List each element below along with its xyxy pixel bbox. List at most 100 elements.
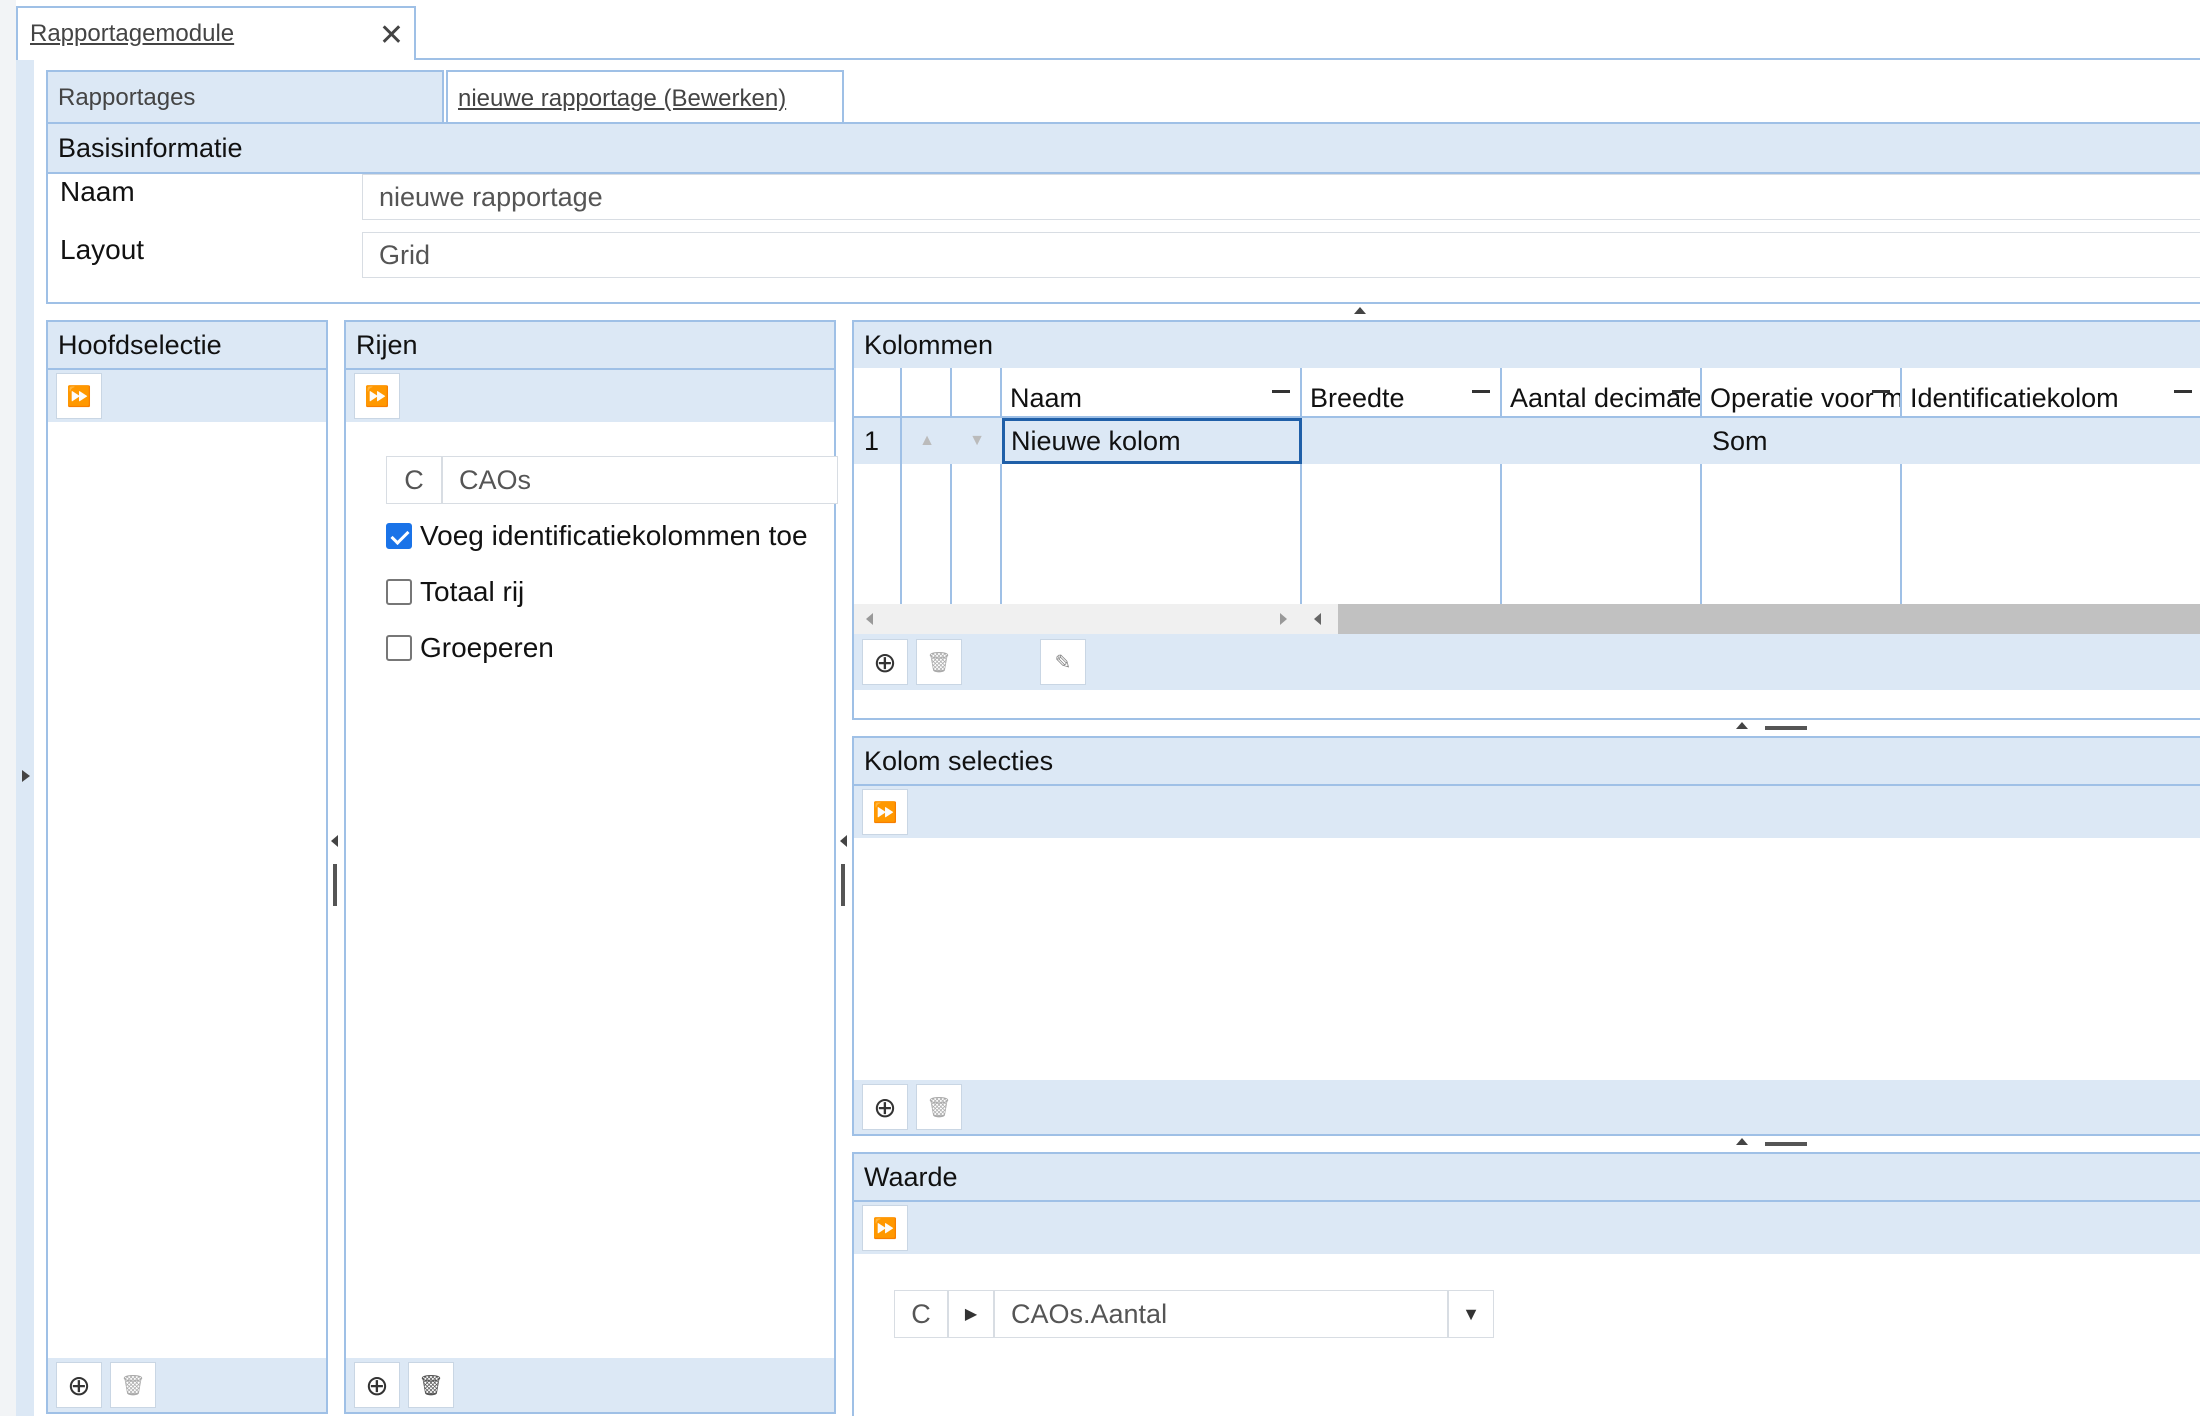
naam-input[interactable]: nieuwe rapportage: [362, 174, 2200, 220]
option-totaal-rij[interactable]: Totaal rij: [386, 576, 524, 608]
option-label: Voeg identificatiekolommen toe: [420, 520, 808, 551]
header-aantal-decimalen[interactable]: Aantal decimalen: [1502, 368, 1702, 418]
rijen-selector[interactable]: C CAOs: [386, 456, 838, 504]
chevron-down-icon[interactable]: ▼: [1448, 1290, 1494, 1338]
cell-naam[interactable]: Nieuwe kolom: [1002, 418, 1302, 464]
expand-right-icon[interactable]: ▶: [948, 1290, 994, 1338]
delete-button[interactable]: 🗑: [916, 639, 962, 685]
waarde-selector-value[interactable]: CAOs.Aantal: [994, 1290, 1448, 1338]
table-row[interactable]: 1 ▲ ▼ Nieuwe kolom Som: [854, 418, 2200, 464]
header-label: Naam: [1010, 383, 1083, 413]
header-label: Aantal decimalen: [1510, 383, 1702, 413]
horizontal-scrollbar[interactable]: [854, 604, 2200, 634]
plus-circle-icon: ⊕: [365, 1369, 389, 1401]
add-button[interactable]: ⊕: [56, 1362, 102, 1408]
collapse-left-icon[interactable]: [331, 835, 338, 847]
header-label: Breedte: [1310, 383, 1405, 413]
naam-label: Naam: [60, 176, 135, 207]
minus-icon[interactable]: [1472, 390, 1490, 393]
minus-icon[interactable]: [2174, 390, 2192, 393]
fast-forward-button[interactable]: ⏩: [56, 373, 102, 419]
cell-operatie[interactable]: Som: [1702, 418, 1902, 464]
splitter-handle[interactable]: [841, 864, 845, 906]
scroll-left-icon[interactable]: [1314, 613, 1321, 625]
tab-rapportages-label: Rapportages: [58, 84, 196, 111]
trash-icon: 🗑: [926, 1096, 952, 1119]
hoofdselectie-title: Hoofdselectie: [48, 322, 326, 370]
header-label: Operatie voor maken: [1710, 383, 1902, 413]
edit-button[interactable]: ✎: [1040, 639, 1086, 685]
basis-title: Basisinformatie: [48, 124, 2200, 174]
waarde-panel: Waarde ⏩ C ▶ CAOs.Aantal ▼: [852, 1152, 2200, 1416]
waarde-title: Waarde: [854, 1154, 2200, 1202]
left-edge-strip: [0, 0, 16, 1416]
tab-rapportages[interactable]: Rapportages: [46, 70, 444, 124]
class-prefix[interactable]: C: [894, 1290, 948, 1338]
row-number: 1: [854, 418, 902, 464]
checkbox[interactable]: [386, 579, 412, 605]
delete-button[interactable]: 🗑: [408, 1362, 454, 1408]
rijen-title: Rijen: [346, 322, 834, 370]
cell-ident[interactable]: [1902, 418, 2200, 464]
checkbox[interactable]: [386, 635, 412, 661]
collapse-up-icon[interactable]: [1736, 722, 1748, 729]
basis-panel: Basisinformatie Naam nieuwe rapportage L…: [46, 124, 2200, 304]
fast-forward-icon: ⏩: [364, 385, 390, 408]
collapse-left-icon[interactable]: [840, 835, 847, 847]
trash-icon: 🗑: [926, 651, 952, 674]
scroll-right-icon[interactable]: [1280, 613, 1287, 625]
add-button[interactable]: ⊕: [862, 1084, 908, 1130]
scrollbar-thumb[interactable]: [1338, 604, 2200, 634]
hoofdselectie-panel: Hoofdselectie ⏩ ⊕ 🗑: [46, 320, 328, 1414]
splitter-handle[interactable]: [1765, 1142, 1807, 1146]
splitter-handle[interactable]: [333, 864, 337, 906]
header-cell-up: [902, 368, 952, 418]
fast-forward-button[interactable]: ⏩: [862, 789, 908, 835]
window-tab[interactable]: Rapportagemodule ✕: [16, 6, 416, 60]
trash-icon: 🗑: [120, 1374, 146, 1397]
left-collapse-bar[interactable]: [16, 58, 34, 1416]
move-up-icon[interactable]: ▲: [902, 418, 952, 464]
expand-left-icon[interactable]: [22, 770, 30, 782]
option-identificatiekolommen[interactable]: Voeg identificatiekolommen toe: [386, 520, 808, 552]
fast-forward-button[interactable]: ⏩: [354, 373, 400, 419]
rijen-selector-value[interactable]: CAOs: [442, 456, 838, 504]
minus-icon[interactable]: [1272, 390, 1290, 393]
fast-forward-button[interactable]: ⏩: [862, 1205, 908, 1251]
cell-breedte[interactable]: [1302, 418, 1502, 464]
kolommen-grid: Naam Breedte Aantal decimalen Operatie v…: [854, 368, 2200, 634]
header-breedte[interactable]: Breedte: [1302, 368, 1502, 418]
close-icon[interactable]: ✕: [379, 18, 404, 53]
kolommen-panel: Kolommen Naam Breedte Aantal decimalen O…: [852, 320, 2200, 720]
add-button[interactable]: ⊕: [354, 1362, 400, 1408]
move-down-icon[interactable]: ▼: [952, 418, 1002, 464]
option-label: Groeperen: [420, 632, 554, 663]
trash-icon: 🗑: [418, 1374, 444, 1397]
checkbox-checked[interactable]: [386, 523, 412, 549]
fast-forward-icon: ⏩: [66, 385, 92, 408]
layout-label: Layout: [60, 234, 145, 265]
rijen-panel: Rijen ⏩ C CAOs Voeg identificatiekolomme…: [344, 320, 838, 1414]
delete-button[interactable]: 🗑: [916, 1084, 962, 1130]
plus-circle-icon: ⊕: [873, 1091, 897, 1123]
layout-select[interactable]: Grid: [362, 232, 2200, 278]
cell-decimalen[interactable]: [1502, 418, 1702, 464]
waarde-selector[interactable]: C ▶ CAOs.Aantal ▼: [894, 1290, 1494, 1338]
header-identificatiekolom[interactable]: Identificatiekolom: [1902, 368, 2200, 418]
scroll-left-icon[interactable]: [866, 613, 873, 625]
header-naam[interactable]: Naam: [1002, 368, 1302, 418]
kolommen-title: Kolommen: [854, 322, 2200, 370]
tab-nieuwe-rapportage[interactable]: nieuwe rapportage (Bewerken): [446, 70, 844, 126]
minus-icon[interactable]: [1672, 390, 1690, 393]
header-operatie[interactable]: Operatie voor maken: [1702, 368, 1902, 418]
delete-button[interactable]: 🗑: [110, 1362, 156, 1408]
header-cell-nr: [854, 368, 902, 418]
collapse-up-icon[interactable]: [1354, 307, 1366, 314]
minus-icon[interactable]: [1872, 390, 1890, 393]
option-groeperen[interactable]: Groeperen: [386, 632, 554, 664]
header-cell-down: [952, 368, 1002, 418]
class-prefix[interactable]: C: [386, 456, 442, 504]
collapse-up-icon[interactable]: [1736, 1138, 1748, 1145]
add-button[interactable]: ⊕: [862, 639, 908, 685]
splitter-handle[interactable]: [1765, 726, 1807, 730]
